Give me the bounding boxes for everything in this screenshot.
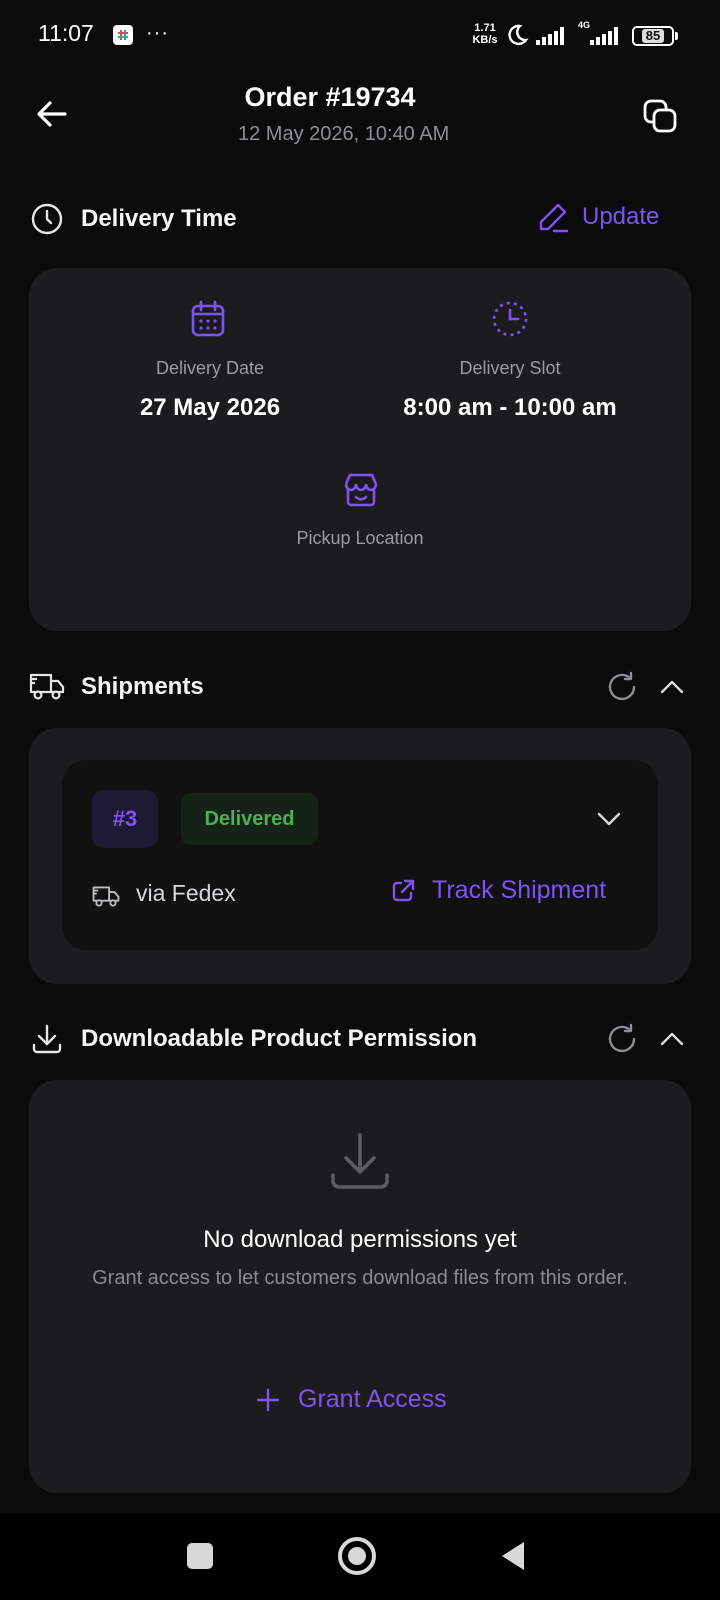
recent-apps-button[interactable] bbox=[187, 1543, 213, 1569]
truck-icon bbox=[29, 668, 65, 704]
external-link-icon bbox=[392, 879, 415, 901]
calendar-icon bbox=[190, 300, 226, 338]
chevron-up-icon bbox=[660, 680, 684, 694]
system-back-button[interactable] bbox=[500, 1540, 526, 1572]
refresh-downloads-button[interactable] bbox=[605, 1022, 639, 1056]
store-icon bbox=[342, 472, 380, 508]
downloads-section-title: Downloadable Product Permission bbox=[81, 1025, 478, 1052]
signal-bars-4g-icon bbox=[590, 27, 622, 45]
empty-state-description: Grant access to let customers download f… bbox=[92, 1267, 628, 1289]
refresh-icon bbox=[608, 671, 636, 701]
delivery-card bbox=[29, 268, 691, 631]
refresh-icon bbox=[608, 1023, 636, 1053]
status-time: 11:07 bbox=[38, 20, 94, 46]
shipments-section-title: Shipments bbox=[81, 673, 204, 700]
order-datetime: 12 May 2026, 10:40 AM bbox=[238, 123, 450, 145]
triangle-back-icon bbox=[502, 1542, 524, 1570]
update-label: Update bbox=[582, 203, 660, 230]
home-dot bbox=[348, 1547, 366, 1565]
page-title-wrap: Order #19734 bbox=[0, 82, 720, 113]
chevron-down-icon bbox=[597, 812, 621, 826]
shipment-number: #3 bbox=[92, 790, 158, 848]
more-notifications-icon: ··· bbox=[146, 22, 169, 44]
grant-access-label: Grant Access bbox=[298, 1385, 447, 1413]
battery-icon: 85 bbox=[632, 26, 674, 46]
do-not-disturb-icon bbox=[505, 23, 529, 47]
shipment-carrier: via Fedex bbox=[136, 880, 236, 906]
app-notification-icon bbox=[113, 25, 133, 45]
battery-level: 85 bbox=[641, 29, 665, 43]
carrier-truck-icon bbox=[92, 884, 120, 908]
collapse-downloads-button[interactable] bbox=[659, 1027, 685, 1051]
page-title: Order #19734 bbox=[244, 82, 416, 112]
copy-order-button[interactable] bbox=[636, 92, 684, 140]
copy-icon bbox=[643, 99, 677, 133]
chevron-up-icon bbox=[660, 1032, 684, 1046]
delivery-section-title: Delivery Time bbox=[81, 205, 237, 232]
delivery-date-label: Delivery Date bbox=[155, 358, 265, 378]
shipment-item[interactable] bbox=[62, 760, 658, 950]
track-shipment-label: Track Shipment bbox=[432, 876, 607, 904]
clock-icon bbox=[29, 201, 65, 237]
delivery-date-value: 27 May 2026 bbox=[139, 394, 281, 421]
clock-dashed-icon bbox=[491, 300, 529, 338]
empty-download-icon bbox=[329, 1131, 391, 1193]
empty-state-title: No download permissions yet bbox=[203, 1226, 517, 1253]
pickup-location-label: Pickup Location bbox=[296, 528, 424, 548]
network-speed-unit: KB/s bbox=[472, 34, 498, 46]
collapse-shipments-button[interactable] bbox=[659, 675, 685, 699]
track-shipment-button[interactable]: Track Shipment bbox=[390, 876, 606, 905]
refresh-shipments-button[interactable] bbox=[605, 670, 639, 704]
update-delivery-button[interactable]: Update bbox=[536, 200, 659, 234]
download-icon bbox=[29, 1021, 65, 1057]
home-button[interactable] bbox=[338, 1537, 376, 1575]
delivery-slot-value: 8:00 am - 10:00 am bbox=[403, 394, 617, 421]
expand-shipment-button[interactable] bbox=[596, 808, 622, 830]
grant-access-button[interactable]: Grant Access bbox=[256, 1385, 447, 1414]
network-speed-value: 1.71 bbox=[474, 22, 496, 34]
battery-tip bbox=[675, 32, 678, 40]
status-badge: Delivered bbox=[181, 793, 318, 845]
pencil-icon bbox=[539, 203, 569, 233]
network-speed: 1.71 KB/s bbox=[470, 22, 500, 46]
plus-icon bbox=[256, 1388, 280, 1411]
network-type: 4G bbox=[578, 20, 591, 30]
signal-bars-icon bbox=[536, 27, 568, 45]
delivery-slot-label: Delivery Slot bbox=[459, 358, 561, 378]
